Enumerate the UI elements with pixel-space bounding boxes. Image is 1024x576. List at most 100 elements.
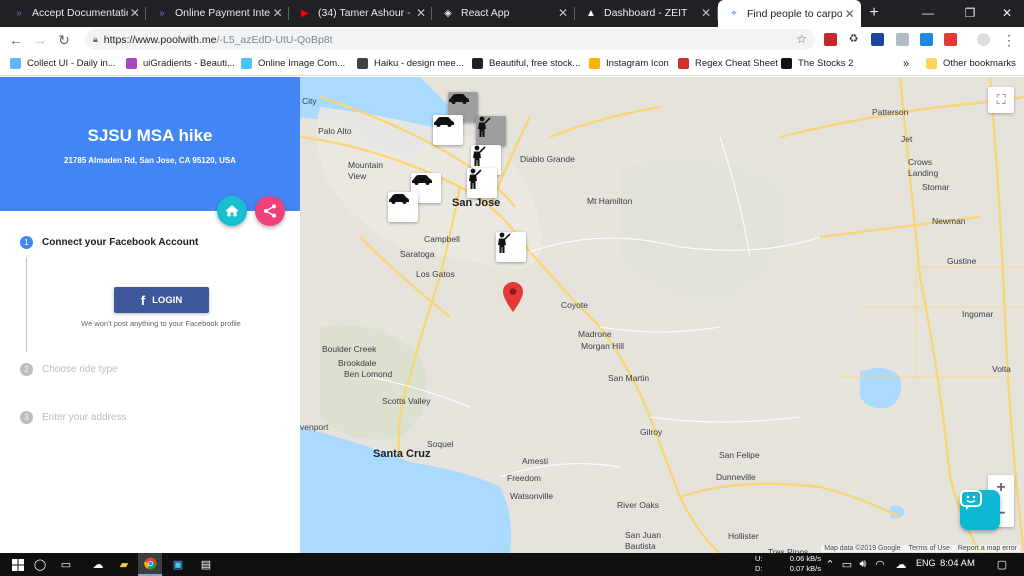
rider-marker[interactable] [496, 232, 526, 262]
facebook-login-button[interactable]: f LOGIN [114, 287, 209, 313]
show-hidden-icons-icon[interactable]: ⌃ [824, 553, 836, 576]
sidebar-panel: SJSU MSA hike 21785 Almaden Rd, San Jose… [0, 77, 300, 553]
close-tab-icon[interactable]: ✕ [270, 6, 285, 20]
map-city-label: Los Gatos [416, 269, 455, 279]
bookmark-item[interactable]: Beautiful, free stock... [472, 56, 580, 71]
home-button[interactable] [217, 196, 247, 226]
bookmark-star-icon[interactable]: ☆ [796, 32, 807, 46]
map-city-label: San Felipe [719, 450, 760, 460]
close-tab-icon[interactable]: ✕ [698, 6, 714, 20]
extension-icon[interactable] [944, 33, 957, 46]
map-city-label: Gustine [947, 256, 977, 266]
notifications-icon[interactable]: ▢ [990, 553, 1014, 576]
search-icon[interactable]: ◯ [28, 553, 52, 576]
rider-marker[interactable] [476, 116, 506, 146]
bookmark-favicon-icon [10, 58, 21, 69]
maximize-icon[interactable]: ❐ [960, 3, 980, 23]
close-tab-icon[interactable]: ✕ [555, 6, 571, 20]
browser-tab[interactable]: » Online Payment Integr ✕ [146, 0, 289, 26]
browser-tab-strip: » Accept Documentation ✕» Online Payment In… [0, 0, 1024, 27]
bookmark-item[interactable]: Online Image Com... [241, 56, 345, 71]
share-button[interactable] [255, 196, 285, 226]
map-view[interactable]: City Palo Alto Mountain View San Jose Campbe… [300, 77, 1024, 553]
forward-icon[interactable]: → [30, 30, 50, 50]
browser-tab[interactable]: ▲ Dashboard - ZEIT ✕ [575, 0, 718, 26]
browser-tab[interactable]: ⌖ Find people to carpool ✕ [718, 0, 861, 27]
facebook-icon: f [140, 292, 146, 308]
bookmark-item[interactable]: Instagram Icon [589, 56, 669, 71]
windows-start-icon[interactable] [6, 553, 30, 576]
browser-tab[interactable]: ▶ (34) Tamer Ashour - Oh✕ [289, 0, 432, 26]
report-error-link[interactable]: Report a map error [958, 545, 1017, 552]
browser-toolbar: ← → ↻ 🔒︎ https://www.poolwith.me/-L5_azE… [0, 27, 1024, 52]
profile-avatar[interactable] [977, 33, 990, 46]
car-icon [389, 194, 409, 204]
language-indicator[interactable]: ENG [916, 558, 936, 568]
browser-tab[interactable]: ◈ React App ✕ [432, 0, 575, 26]
battery-icon[interactable]: ▭ [840, 553, 854, 576]
bookmark-item[interactable]: Haiku - design mee... [357, 56, 464, 71]
other-bookmarks[interactable]: Other bookmarks [926, 56, 1016, 71]
destination-pin-icon[interactable] [503, 282, 523, 312]
bookmark-item[interactable]: uiGradients - Beauti... [126, 56, 235, 71]
home-icon [225, 205, 239, 217]
terminal-icon[interactable]: ▤ [194, 553, 218, 576]
minimize-icon[interactable]: — [918, 3, 938, 23]
step-2[interactable]: 2 Choose ride type [20, 363, 118, 376]
map-city-label: Freedom [507, 473, 542, 483]
extension-icon[interactable] [824, 33, 837, 46]
person-icon [478, 116, 491, 137]
zeit-triangle-icon: ▲ [586, 7, 596, 19]
map-city-label: Diablo Grande [520, 154, 575, 164]
extension-icon[interactable] [920, 33, 933, 46]
clock[interactable]: 8:04 AM [940, 558, 975, 569]
bookmark-label: Beautiful, free stock... [489, 58, 581, 69]
bookmark-item[interactable]: Regex Cheat Sheet [678, 56, 778, 71]
bookmarks-more-icon[interactable]: » [903, 56, 909, 71]
close-tab-icon[interactable]: ✕ [414, 6, 428, 20]
browser-tab[interactable]: » Accept Documentation ✕ [3, 0, 146, 26]
reload-icon[interactable]: ↻ [54, 30, 74, 50]
tab-title: (34) Tamer Ashour - Oh [318, 7, 414, 19]
bookmark-label: Instagram Icon [606, 58, 669, 69]
rider-marker[interactable] [467, 168, 497, 198]
lock-icon: 🔒︎ [93, 34, 98, 44]
file-explorer-icon[interactable]: ▰ [112, 553, 136, 576]
map-city-label: Volta [992, 364, 1011, 374]
chrome-icon[interactable] [138, 553, 162, 576]
volume-icon[interactable]: 🔊︎ [856, 553, 870, 576]
url-host: https://www.poolwith.me [103, 33, 217, 46]
chat-icon [960, 490, 982, 510]
new-tab-button[interactable]: + [865, 4, 883, 22]
chat-button[interactable] [960, 490, 1000, 530]
driver-marker[interactable] [433, 115, 463, 145]
editor-app-icon[interactable]: ▣ [166, 553, 190, 576]
address-bar[interactable]: 🔒︎ https://www.poolwith.me/-L5_azEdD-UtU… [85, 29, 815, 50]
extension-icon[interactable] [896, 33, 909, 46]
extension-icon[interactable] [871, 33, 884, 46]
map-city-label: San Martin [608, 373, 650, 383]
back-icon[interactable]: ← [6, 30, 26, 50]
wifi-icon[interactable]: ◠ [873, 553, 887, 576]
close-window-icon[interactable]: ✕ [997, 3, 1017, 23]
bookmark-label: uiGradients - Beauti... [143, 58, 235, 69]
tab-title: Find people to carpool [747, 7, 843, 20]
close-tab-icon[interactable]: ✕ [128, 6, 142, 20]
bookmark-favicon-icon [357, 58, 368, 69]
fullscreen-button[interactable]: ⛶ [988, 87, 1014, 113]
bookmark-item[interactable]: The Stocks 2 [781, 56, 853, 71]
car-icon [434, 117, 454, 127]
bookmark-favicon-icon [472, 58, 483, 69]
weather-app-icon[interactable]: ☁ [86, 553, 110, 576]
driver-marker[interactable] [388, 192, 418, 222]
step-1[interactable]: 1 Connect your Facebook Account [20, 236, 198, 249]
terms-link[interactable]: Terms of Use [909, 545, 950, 552]
location-pin-icon: ⌖ [731, 8, 737, 19]
task-view-icon[interactable]: ▭ [54, 553, 78, 576]
step-3[interactable]: 3 Enter your address [20, 411, 127, 424]
menu-dots-icon[interactable]: ⋮ [999, 30, 1019, 50]
recycle-extension-icon[interactable]: ♻ [847, 33, 860, 46]
cloud-icon[interactable]: ☁ [893, 553, 909, 576]
bookmark-item[interactable]: Collect UI - Daily in... [10, 56, 116, 71]
close-tab-icon[interactable]: ✕ [842, 7, 857, 21]
